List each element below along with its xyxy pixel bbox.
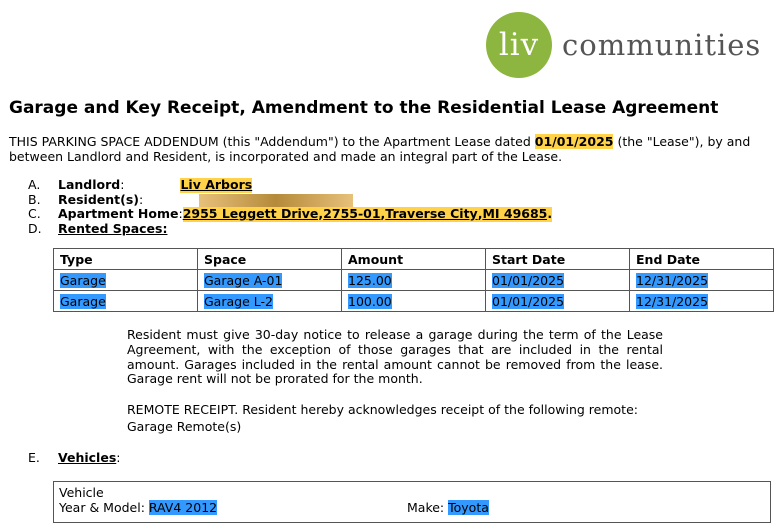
- year-model-value: RAV4 2012: [148, 500, 218, 515]
- cell-text: 12/31/2025: [636, 293, 709, 309]
- cell-text: 100.00: [348, 293, 392, 309]
- document-title: Garage and Key Receipt, Amendment to the…: [9, 98, 719, 118]
- item-letter: D.: [28, 220, 42, 236]
- make-field: Make: Toyota: [407, 500, 489, 515]
- cell-end-date: 12/31/2025: [629, 269, 774, 291]
- vehicle-box-title: Vehicle: [59, 485, 104, 500]
- redacted-resident-name: [199, 193, 354, 207]
- address-unit: 2755-01: [323, 206, 381, 222]
- apartment-label: Apartment Home: [58, 206, 179, 221]
- company-logo: liv communities: [486, 12, 766, 80]
- residents-label: Resident(s): [58, 191, 139, 207]
- cell-text: Garage: [60, 272, 106, 288]
- cell-text: Garage: [60, 293, 106, 309]
- item-apartment-home: C. Apartment Home: 2955 Leggett Drive, 2…: [28, 206, 553, 222]
- item-letter: A.: [28, 177, 41, 192]
- lease-date: 01/01/2025: [534, 134, 614, 149]
- item-landlord: A. Landlord: Liv Arbors: [28, 177, 552, 193]
- address-street: 2955 Leggett Drive: [182, 206, 319, 222]
- item-rented-spaces: D. Rented Spaces:: [28, 220, 552, 237]
- garage-remote-line: Garage Remote(s): [127, 419, 242, 434]
- cell-text: 01/01/2025: [492, 293, 565, 309]
- year-model-field: Year & Model: RAV4 2012: [59, 500, 218, 515]
- address-state-zip: MI 49685: [482, 206, 548, 222]
- cell-text: Garage L-2: [204, 293, 273, 309]
- header-end-date: End Date: [629, 248, 774, 270]
- year-model-label: Year & Model:: [59, 500, 149, 515]
- logo-wordmark: communities: [562, 28, 762, 62]
- cell-space: Garage A-01: [197, 269, 342, 291]
- header-type: Type: [53, 248, 198, 270]
- garage-notice-paragraph: Resident must give 30-day notice to rele…: [127, 327, 663, 387]
- rented-spaces-label: Rented Spaces:: [58, 220, 168, 236]
- cell-end-date: 12/31/2025: [629, 290, 774, 312]
- cell-start-date: 01/01/2025: [485, 290, 630, 312]
- landlord-value: Liv Arbors: [180, 177, 253, 193]
- table-header-row: Type Space Amount Start Date End Date: [53, 248, 774, 270]
- remote-receipt-line: REMOTE RECEIPT. Resident hereby acknowle…: [127, 402, 638, 417]
- header-amount: Amount: [341, 248, 486, 270]
- address-period: .: [547, 206, 553, 222]
- intro-text-1: THIS PARKING SPACE ADDENDUM (this "Adden…: [9, 134, 535, 149]
- cell-type: Garage: [53, 290, 198, 312]
- cell-text: 12/31/2025: [636, 272, 709, 288]
- intro-paragraph: THIS PARKING SPACE ADDENDUM (this "Adden…: [9, 134, 769, 164]
- address-city: Traverse City: [385, 206, 478, 222]
- cell-amount: 100.00: [341, 290, 486, 312]
- vehicles-label: Vehicles: [58, 450, 117, 465]
- cell-text: 01/01/2025: [492, 272, 565, 288]
- vehicle-box: Vehicle Year & Model: RAV4 2012 Make: To…: [53, 481, 771, 523]
- cell-space: Garage L-2: [197, 290, 342, 312]
- table-row: Garage Garage A-01 125.00 01/01/2025 12/…: [53, 269, 774, 291]
- landlord-label: Landlord: [58, 177, 121, 192]
- rented-spaces-table: Type Space Amount Start Date End Date Ga…: [53, 248, 774, 312]
- colon: :: [116, 450, 121, 465]
- header-start-date: Start Date: [485, 248, 630, 270]
- cell-type: Garage: [53, 269, 198, 291]
- vehicles-heading: E. Vehicles:: [28, 450, 120, 465]
- cell-text: Garage A-01: [204, 272, 283, 288]
- item-residents: B. Resident(s):: [28, 191, 552, 208]
- item-letter: E.: [28, 450, 40, 465]
- make-value: Toyota: [448, 500, 489, 515]
- cell-amount: 125.00: [341, 269, 486, 291]
- item-letter: C.: [28, 206, 41, 221]
- make-label: Make:: [407, 500, 449, 515]
- cell-start-date: 01/01/2025: [485, 269, 630, 291]
- cell-text: 125.00: [348, 272, 392, 288]
- parties-list: A. Landlord: Liv Arbors B. Resident(s): …: [28, 177, 553, 237]
- item-letter: B.: [28, 191, 41, 207]
- table-row: Garage Garage L-2 100.00 01/01/2025 12/3…: [53, 290, 774, 312]
- header-space: Space: [197, 248, 342, 270]
- logo-mark: liv: [486, 12, 552, 78]
